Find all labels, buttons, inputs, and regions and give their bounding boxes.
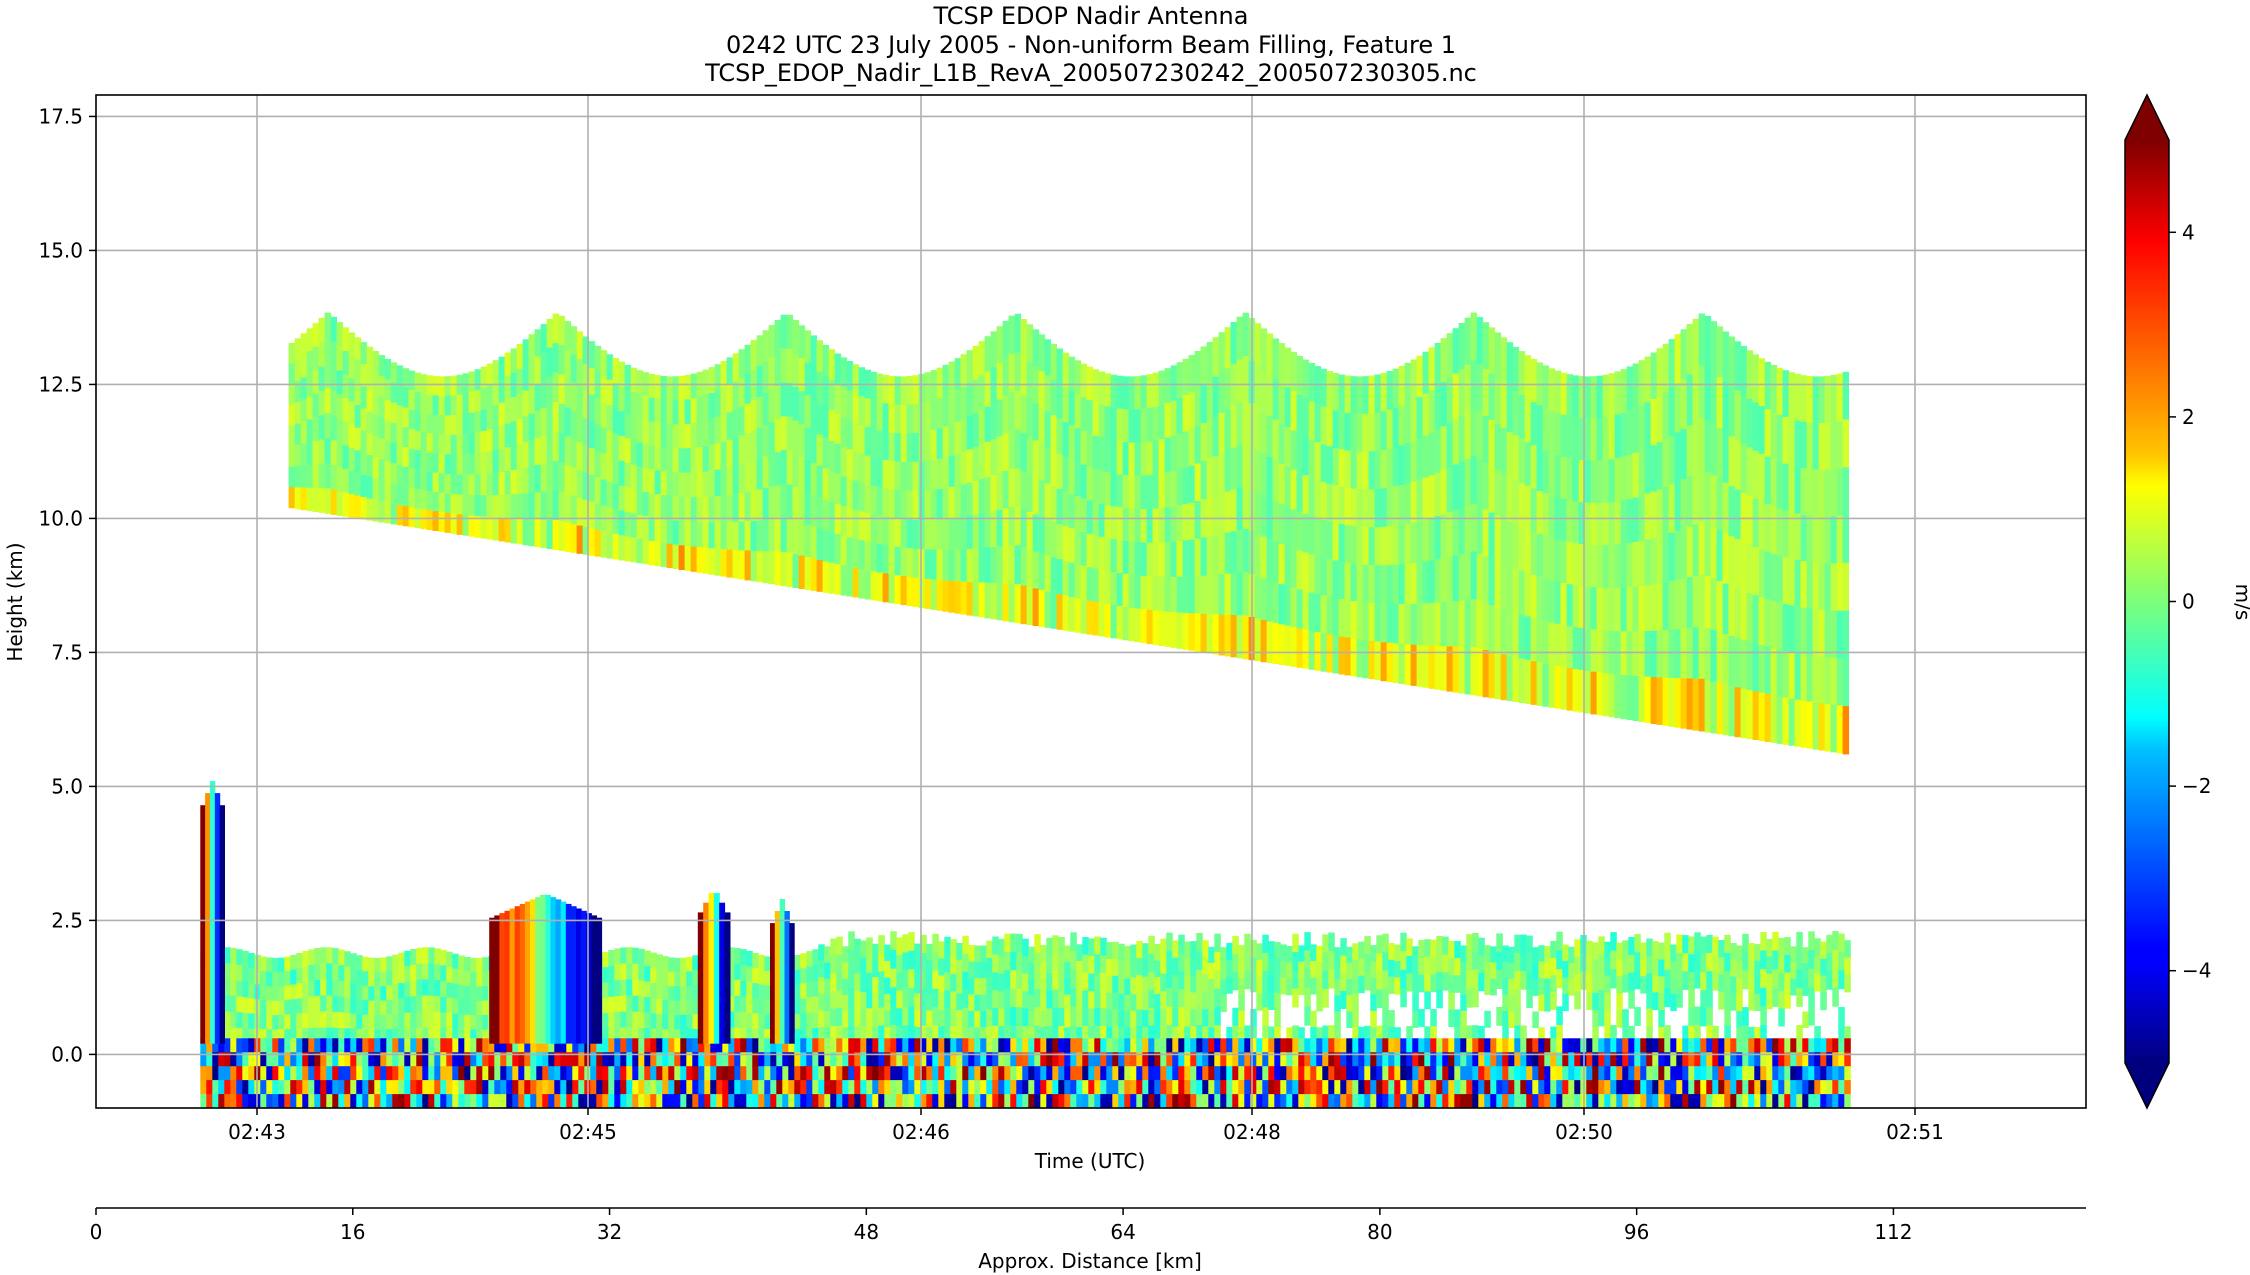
- distance-tick-label: 80: [1367, 1220, 1392, 1244]
- distance-tick-label: 64: [1110, 1220, 1135, 1244]
- distance-tick-label: 96: [1624, 1220, 1649, 1244]
- colorbar-extend-min: [2125, 1063, 2169, 1108]
- radar-figure: 0.02.55.07.510.012.515.017.502:43 02:45 02…: [3, 93, 2250, 1273]
- distance-axis: 0 16 32 48 64 80 96 112: [90, 1207, 2086, 1244]
- convective-cell-3: [697, 893, 731, 1044]
- colorbar-tick-label: 4: [2182, 220, 2195, 244]
- y-tick-label: 2.5: [51, 908, 83, 932]
- y-tick-label: 12.5: [38, 372, 83, 396]
- y-tick-label: 17.5: [38, 104, 83, 128]
- x-axis-label: Time (UTC): [1034, 1149, 1146, 1173]
- distance-tick-label: 32: [597, 1220, 622, 1244]
- distance-tick-label: 16: [340, 1220, 365, 1244]
- x-tick-label: 02:50: [1555, 1120, 1613, 1144]
- y-tick-label: 10.0: [38, 506, 83, 530]
- distance-tick-label: 112: [1874, 1220, 1912, 1244]
- colorbar-tick-label: 2: [2182, 405, 2195, 429]
- colorbar-tick-label: −2: [2182, 774, 2211, 798]
- convective-cell-2: [489, 894, 603, 1044]
- radar-data-layer: [200, 312, 1851, 1108]
- x-tick-label: 02:45: [559, 1120, 617, 1144]
- colorbar-tick-label: 0: [2182, 590, 2195, 614]
- y-tick-label: 5.0: [51, 774, 83, 798]
- colorbar-tick-label: −4: [2182, 959, 2211, 983]
- y-tick-label: 7.5: [51, 640, 83, 664]
- colorbar-label: m/s: [2231, 584, 2250, 621]
- y-tick-label: 15.0: [38, 238, 83, 262]
- y-tick-label: 0.0: [51, 1042, 83, 1066]
- x-tick-label: 02:43: [228, 1120, 286, 1144]
- x-tick-label: 02:46: [892, 1120, 950, 1144]
- convective-cell-1: [200, 781, 225, 1044]
- distance-tick-label: 0: [90, 1220, 103, 1244]
- y-axis-label: Height (km): [3, 542, 27, 661]
- surface-return: [200, 1038, 1851, 1108]
- colorbar: −4 −2 0 2 4: [2124, 93, 2211, 1110]
- x-tick-label: 02:51: [1886, 1120, 1944, 1144]
- colorbar-extend-max: [2125, 95, 2169, 140]
- upper-cloud-layer: [288, 312, 1850, 755]
- colorbar-body: [2125, 140, 2169, 1063]
- x-tick-label: 02:48: [1223, 1120, 1281, 1144]
- low-cloud-layer: [200, 931, 1851, 1045]
- distance-tick-label: 48: [854, 1220, 879, 1244]
- distance-axis-label: Approx. Distance [km]: [978, 1249, 1202, 1273]
